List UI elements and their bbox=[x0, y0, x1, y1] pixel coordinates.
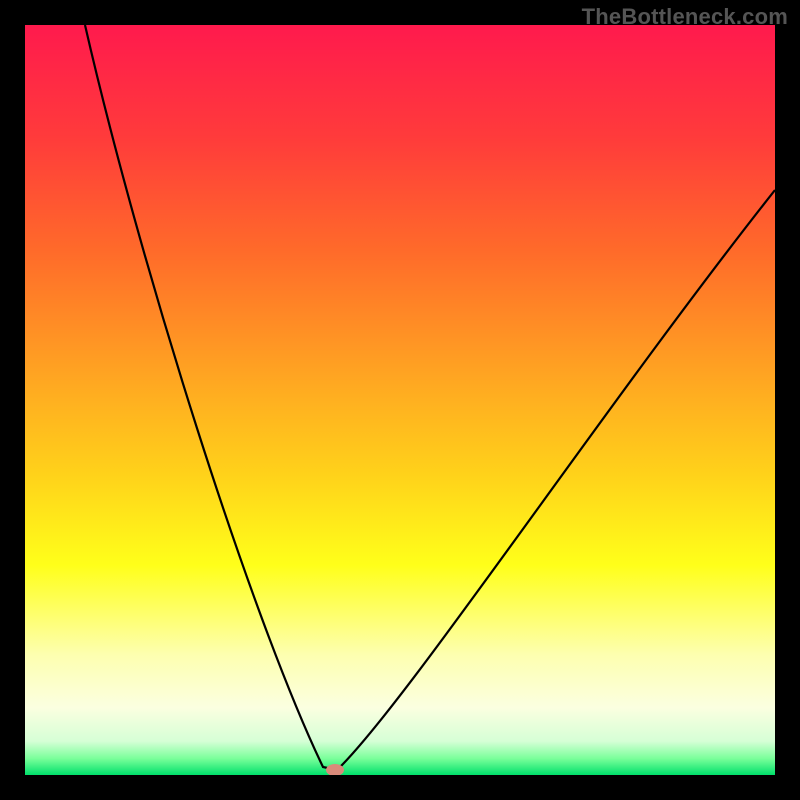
watermark-text: TheBottleneck.com bbox=[582, 4, 788, 30]
bottleneck-chart bbox=[25, 25, 775, 775]
gradient-background bbox=[25, 25, 775, 775]
chart-frame bbox=[25, 25, 775, 775]
